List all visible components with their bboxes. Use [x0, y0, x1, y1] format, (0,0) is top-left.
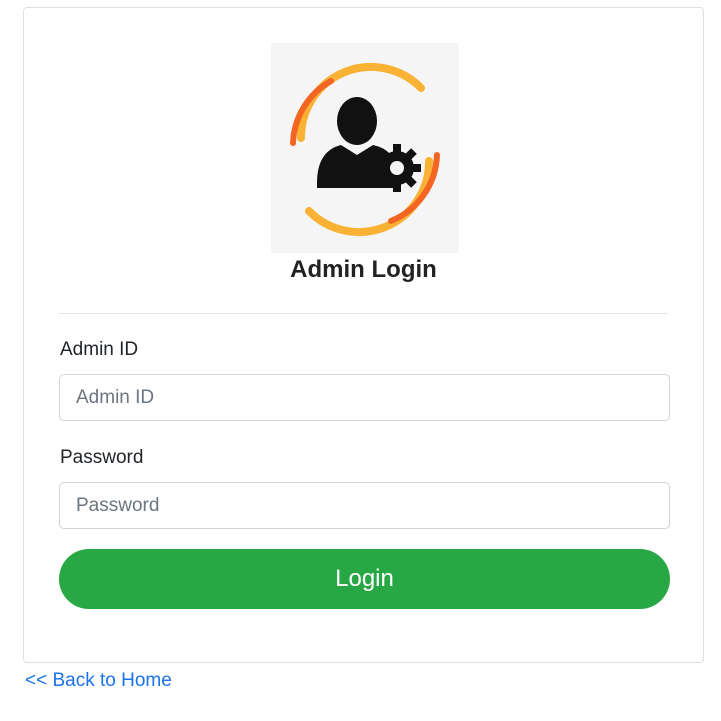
- login-card: Admin Login Admin ID Password Login: [23, 7, 704, 663]
- back-to-home-link[interactable]: << Back to Home: [25, 670, 172, 692]
- admin-user-gear-icon: [290, 62, 440, 237]
- password-input[interactable]: [59, 482, 670, 529]
- password-label: Password: [60, 447, 144, 468]
- divider: [59, 313, 668, 314]
- admin-id-input[interactable]: [59, 374, 670, 421]
- login-button[interactable]: Login: [59, 549, 670, 609]
- page-title: Admin Login: [290, 256, 437, 283]
- admin-id-label: Admin ID: [60, 339, 139, 360]
- admin-logo: [271, 43, 459, 253]
